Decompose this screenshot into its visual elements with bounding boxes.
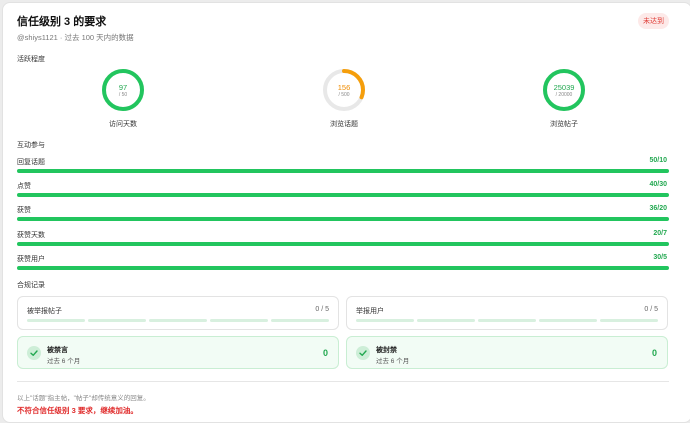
bar-value-liked-days: 20/7 [653,230,667,237]
activity-section-label: 活跃程度 [17,56,45,63]
suspended-period: 过去 6 个月 [376,358,410,365]
ring-total: / 20000 [555,92,573,98]
reporting-users-box: 举报用户 0 / 5 [346,296,668,330]
ring-label-posts-viewed: 浏览帖子 [550,121,578,128]
reported-posts-label: 被举报帖子 [27,308,62,315]
ring-value: 97 [118,83,128,92]
reported-posts-count: 0 / 5 [315,306,329,313]
suspended-box: 被封禁 过去 6 个月 0 [346,336,668,369]
reporting-users-segments [356,319,658,322]
silenced-title: 被禁言 [47,347,68,354]
ring-total: / 500 [338,92,350,98]
compliance-section-label: 合规记录 [17,282,45,289]
trust-level-card: 信任级别 3 的要求 未达到 @shiys1121 · 过去 100 天内的数据… [2,2,690,423]
ring-label-topics-viewed: 浏览话题 [330,121,358,128]
ring-posts-viewed: 25039 / 20000 [542,68,586,112]
reporting-users-count: 0 / 5 [644,306,658,313]
bar-label-liked-users: 获赞用户 [17,256,45,263]
reporting-users-label: 举报用户 [356,308,384,315]
silenced-period: 过去 6 个月 [47,358,81,365]
subtitle: @shiys1121 · 过去 100 天内的数据 [17,33,134,42]
ring-value: 156 [337,83,351,92]
reported-posts-box: 被举报帖子 0 / 5 [17,296,339,330]
bar-label-replies: 回复话题 [17,159,45,166]
ring-value: 25039 [553,83,575,92]
bar-label-likes-given: 点赞 [17,183,31,190]
progress-bar-likes-given [17,193,669,197]
ring-visit-days: 97 / 50 [101,68,145,112]
bar-value-likes-given: 40/30 [649,181,667,188]
bar-label-liked-days: 获赞天数 [17,232,45,239]
ring-total: / 50 [118,92,128,98]
progress-bar-replies [17,169,669,173]
divider [17,381,669,382]
progress-bar-liked-users [17,266,669,270]
progress-bar-liked-days [17,242,669,246]
progress-bar-likes-received [17,217,669,221]
bar-value-likes-received: 36/20 [649,205,667,212]
bar-value-liked-users: 30/5 [653,254,667,261]
status-badge: 未达到 [638,13,669,29]
ring-label-visit-days: 访问天数 [109,121,137,128]
silenced-count: 0 [322,348,328,358]
check-icon [356,346,370,360]
check-icon [27,346,41,360]
bar-label-likes-received: 获赞 [17,207,31,214]
footnote: 以上"话题"指主帖，"帖子"却传统意义的回复。 [17,395,150,402]
suspended-count: 0 [651,348,657,358]
bar-value-replies: 50/10 [649,157,667,164]
page-title: 信任级别 3 的要求 [17,16,107,28]
interaction-section-label: 互动参与 [17,142,45,149]
reported-posts-segments [27,319,329,322]
silenced-box: 被禁言 过去 6 个月 0 [17,336,339,369]
suspended-title: 被封禁 [376,347,397,354]
ring-topics-viewed: 156 / 500 [322,68,366,112]
result-message: 不符合信任级别 3 要求，继续加油。 [17,406,138,415]
